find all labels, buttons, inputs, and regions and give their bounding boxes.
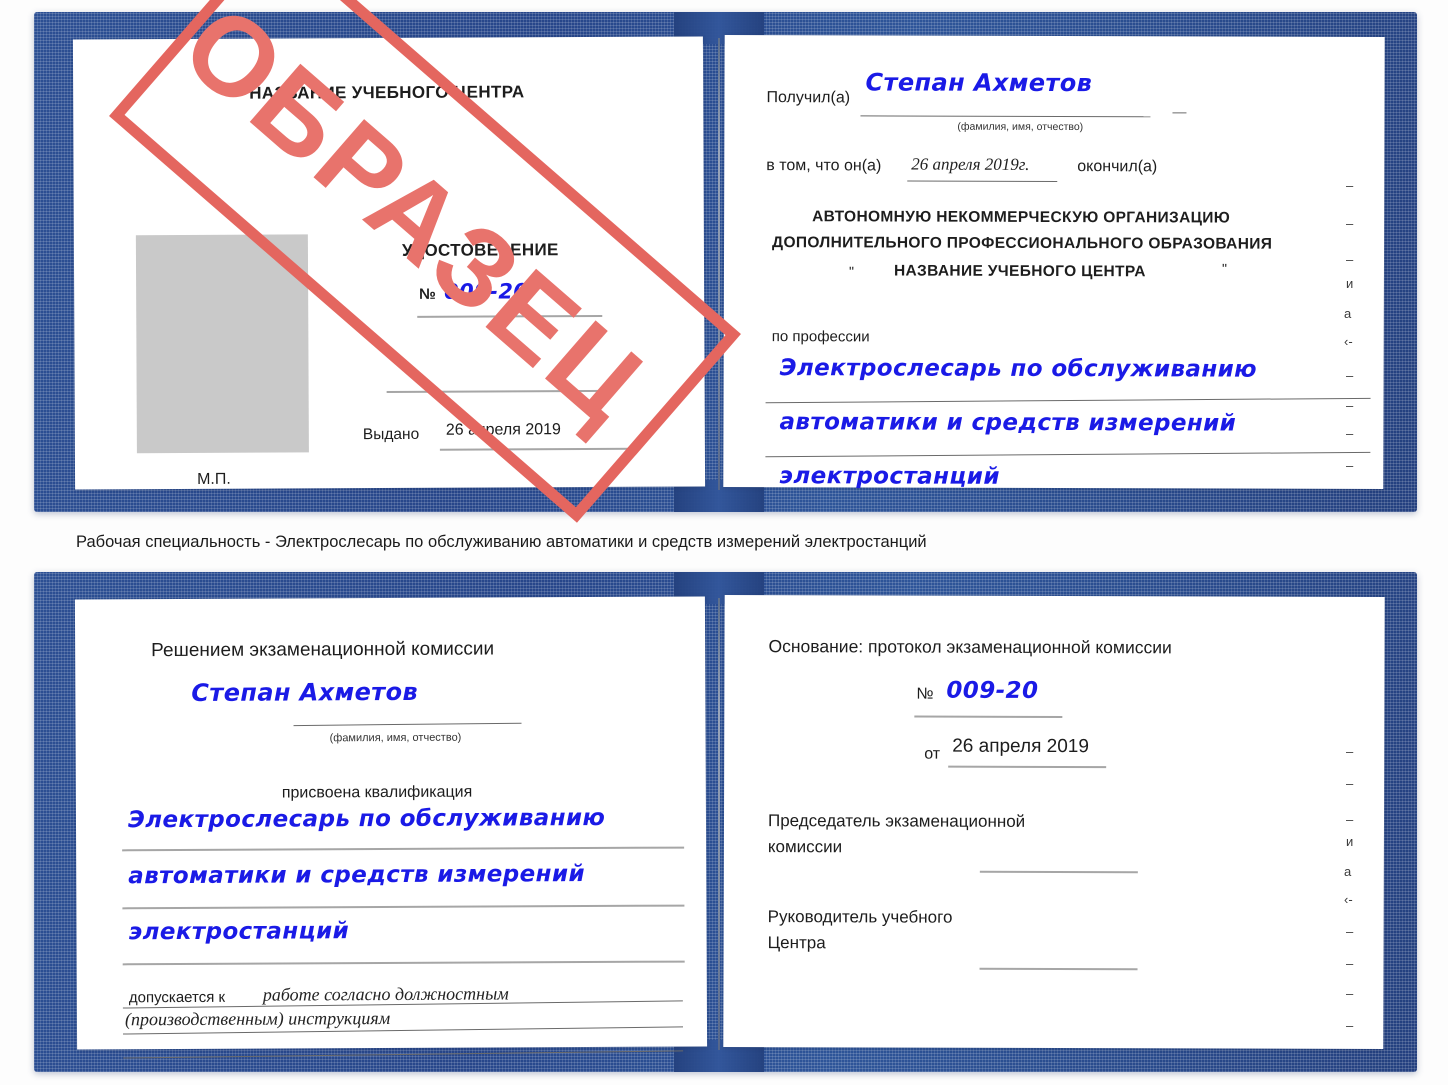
issued-label: Выдано	[362, 425, 420, 444]
spine-fold-line-front	[718, 38, 720, 490]
certificate-inside-cover: Решением экзаменационной комиссии Степан…	[34, 572, 1417, 1072]
margin-glyph: –	[1346, 776, 1354, 791]
organization-line-2: ДОПОЛНИТЕЛЬНОГО ПРОФЕССИОНАЛЬНОГО ОБРАЗО…	[772, 234, 1273, 253]
certificate-number-value: 009-20	[444, 279, 529, 304]
inside-left-leaf: Решением экзаменационной комиссии Степан…	[74, 596, 708, 1059]
protocol-number-label: №	[916, 685, 934, 703]
certificate-title-front: УДОСТОВЕРЕНИЕ	[401, 240, 559, 260]
finished-label: окончил(а)	[1077, 158, 1158, 176]
qualification-rule-1	[122, 846, 685, 852]
page-caption: Рабочая специальность - Электрослесарь п…	[76, 533, 927, 551]
qualification-line-1: Электрослесарь по обслуживанию	[127, 804, 606, 834]
head-line-2: Центра	[767, 933, 826, 953]
organization-line-3: НАЗВАНИЕ УЧЕБНОГО ЦЕНТРА	[893, 262, 1146, 281]
spine-fold-line-inside	[718, 598, 720, 1050]
protocol-date-rule	[948, 765, 1107, 769]
qualification-label: присвоена квалификация	[281, 783, 473, 802]
organization-quote-close: "	[1221, 260, 1227, 277]
fio-hint-inside: (фамилия, имя, отчество)	[329, 731, 462, 745]
completion-date-rule	[907, 180, 1058, 183]
blank-rule-1	[386, 389, 615, 394]
margin-glyph: –	[1346, 744, 1354, 759]
margin-glyph: –	[1346, 458, 1354, 473]
qualification-rule-3	[122, 960, 685, 966]
issued-date-value: 26 апреля 2019	[445, 421, 561, 439]
protocol-number-rule	[914, 715, 1063, 719]
margin-glyph: ‹-	[1344, 892, 1353, 907]
margin-glyph: –	[1346, 1018, 1354, 1033]
qualification-rule-2	[122, 904, 685, 910]
completion-date-value: 26 апреля 2019г.	[911, 154, 1030, 174]
chairman-signature-rule	[979, 870, 1138, 874]
received-rule-tail	[1172, 112, 1187, 114]
head-line-1: Руководитель учебного	[767, 907, 953, 927]
margin-glyph: и	[1346, 276, 1354, 291]
admitted-label: допускается к	[128, 988, 226, 1007]
protocol-date-label: от	[924, 745, 941, 763]
margin-glyph: –	[1346, 398, 1354, 413]
margin-glyph: –	[1346, 216, 1354, 231]
margin-glyph: –	[1346, 986, 1354, 1001]
decision-title: Решением экзаменационной комиссии	[151, 638, 495, 662]
organization-quote-open: "	[848, 263, 854, 280]
inside-name-rule	[293, 722, 522, 727]
margin-glyph: –	[1346, 368, 1354, 383]
stamp-place-label: М.П.	[197, 470, 231, 488]
profession-line-2: автоматики и средств измерений	[779, 409, 1237, 437]
protocol-date-value: 26 апреля 2019	[952, 735, 1089, 758]
front-right-leaf: Получил(а) Степан Ахметов (фамилия, имя,…	[723, 34, 1385, 490]
margin-glyph: а	[1344, 864, 1352, 879]
basis-label: Основание: протокол экзаменационной коми…	[768, 636, 1172, 658]
margin-glyph: ‹-	[1344, 334, 1353, 349]
chairman-line-1: Председатель экзаменационной	[767, 811, 1026, 831]
margin-glyph: и	[1346, 834, 1354, 849]
margin-glyph: –	[1346, 924, 1354, 939]
margin-glyph: –	[1346, 812, 1354, 827]
received-name-value: Степан Ахметов	[865, 68, 1093, 98]
front-left-leaf: НАЗВАНИЕ УЧЕБНОГО ЦЕНТРА УДОСТОВЕРЕНИЕ №…	[72, 36, 706, 490]
admitted-line-2: (производственным) инструкциям	[124, 1008, 391, 1030]
chairman-line-2: комиссии	[767, 837, 843, 857]
protocol-number-value: 009-20	[946, 677, 1039, 704]
qualification-line-2: автоматики и средств измерений	[128, 861, 586, 890]
profession-rule-1	[765, 397, 1371, 404]
admitted-rule-3	[123, 1050, 684, 1059]
certificate-number-label: №	[419, 285, 436, 303]
margin-glyph: а	[1344, 306, 1352, 321]
photo-placeholder	[135, 234, 309, 454]
fio-hint-front: (фамилия, имя, отчество)	[957, 120, 1084, 134]
head-signature-rule	[979, 967, 1138, 971]
issued-rule	[439, 447, 635, 451]
training-center-name-front: НАЗВАНИЕ УЧЕБНОГО ЦЕНТРА	[249, 82, 525, 103]
profession-line-1: Электрослесарь по обслуживанию	[779, 355, 1257, 383]
received-label: Получил(а)	[766, 89, 851, 107]
profession-label: по профессии	[771, 328, 870, 346]
number-rule	[417, 314, 603, 318]
received-rule	[860, 115, 1151, 118]
certificate-sample-page: НАЗВАНИЕ УЧЕБНОГО ЦЕНТРА УДОСТОВЕРЕНИЕ №…	[0, 0, 1448, 1085]
in-that-label: в том, что он(а)	[766, 157, 882, 175]
inside-right-leaf: Основание: протокол экзаменационной коми…	[723, 594, 1385, 1050]
margin-glyph: –	[1346, 252, 1354, 267]
organization-line-1: АВТОНОМНУЮ НЕКОММЕРЧЕСКУЮ ОРГАНИЗАЦИЮ	[812, 208, 1231, 227]
profession-rule-2	[765, 451, 1371, 458]
inside-name-value: Степан Ахметов	[191, 677, 419, 707]
margin-glyph: –	[1346, 956, 1354, 971]
margin-glyph: –	[1346, 426, 1354, 441]
margin-glyph: –	[1346, 178, 1354, 193]
qualification-line-3: электростанций	[128, 918, 350, 946]
profession-line-3: электростанций	[779, 463, 1000, 490]
certificate-front-cover: НАЗВАНИЕ УЧЕБНОГО ЦЕНТРА УДОСТОВЕРЕНИЕ №…	[34, 12, 1417, 512]
